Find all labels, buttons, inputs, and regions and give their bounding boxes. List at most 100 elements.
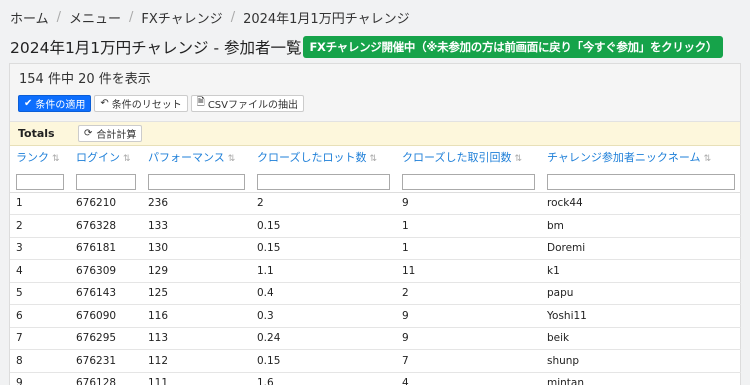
breadcrumb-current: 2024年1月1万円チャレンジ [243,11,410,27]
column-header-rank[interactable]: ランク ⇅ [10,146,70,168]
sort-icon: ⇅ [123,154,131,164]
closed-lots-cell: 0.3 [251,304,396,328]
closed-lots-cell: 0.24 [251,327,396,350]
filter-input-nickname[interactable] [547,174,735,190]
column-header-label: クローズしたロット数 [257,151,367,164]
performance-cell: 125 [142,282,251,305]
login-cell: 676309 [70,259,142,283]
column-header-label: クローズした取引回数 [402,151,512,164]
csv-export-button[interactable]: 🗎 CSVファイルの抽出 [190,95,304,112]
login-cell: 676128 [70,372,142,385]
table-row[interactable]: 7 676295 113 0.24 9 beik [10,327,741,350]
page-title: 2024年1月1万円チャレンジ - 参加者一覧 [10,39,302,57]
rank-cell: 1 [10,192,70,215]
performance-cell: 236 [142,192,251,215]
filter-input-performance[interactable] [148,174,245,190]
undo-icon: ↶ [100,98,109,109]
nickname-cell: papu [541,282,741,305]
breadcrumb-fx-challenge[interactable]: FXチャレンジ [141,8,222,27]
column-header-label: チャレンジ参加者ニックネーム [547,151,701,164]
closed-trades-cell: 1 [396,214,541,238]
login-cell: 676143 [70,282,142,305]
table-row[interactable]: 5 676143 125 0.4 2 papu [10,282,741,305]
column-header-closed-lots[interactable]: クローズしたロット数 ⇅ [251,146,396,168]
performance-cell: 113 [142,327,251,350]
closed-lots-cell: 1.1 [251,259,396,283]
apply-filter-button[interactable]: ✔ 条件の適用 [18,95,92,112]
closed-trades-cell: 4 [396,372,541,385]
result-count: 154 件中 20 件を表示 [19,72,151,87]
closed-lots-cell: 0.15 [251,349,396,373]
status-badge: FXチャレンジ開催中（※未参加の方は前画面に戻り「今すぐ参加」をクリック） [303,36,724,58]
filter-buttons: ✔ 条件の適用 ↶ 条件のリセット 🗎 CSVファイルの抽出 [18,95,304,112]
breadcrumb-menu[interactable]: メニュー [69,8,121,27]
column-header-label: ランク [16,151,49,164]
reset-filter-label: 条件のリセット [111,100,182,111]
sort-icon: ⇅ [369,154,377,164]
recalculate-button[interactable]: ⟳ 合計計算 [78,125,143,142]
performance-cell: 116 [142,304,251,328]
filter-input-rank[interactable] [16,174,64,190]
check-icon: ✔ [24,98,33,109]
closed-lots-cell: 0.15 [251,237,396,260]
sort-icon: ⇅ [514,154,522,164]
table-row[interactable]: 2 676328 133 0.15 1 bm [10,214,741,238]
table-row[interactable]: 3 676181 130 0.15 1 Doremi [10,237,741,260]
column-header-label: パフォーマンス [148,151,225,164]
breadcrumb-home[interactable]: ホーム [10,8,49,27]
rank-cell: 7 [10,327,70,350]
performance-cell: 133 [142,214,251,238]
nickname-cell: Yoshi11 [541,304,741,328]
breadcrumb-separator: / [230,9,236,25]
nickname-cell: beik [541,327,741,350]
performance-cell: 112 [142,349,251,373]
table-row[interactable]: 1 676210 236 2 9 rock44 [10,192,741,215]
sort-icon: ⇅ [703,154,712,164]
breadcrumb-separator: / [56,9,62,25]
apply-filter-label: 条件の適用 [35,100,86,111]
nickname-cell: bm [541,214,741,238]
table-body: 1 676210 236 2 9 rock44 2 676328 133 0.15 1 bm 3 6761… [10,192,741,385]
closed-trades-cell: 2 [396,282,541,305]
rank-cell: 2 [10,214,70,238]
breadcrumb-separator: / [129,9,134,25]
filter-row [10,168,741,193]
closed-lots-cell: 0.4 [251,282,396,305]
nickname-cell: k1 [541,259,741,283]
table-row[interactable]: 8 676231 112 0.15 7 shunp [10,349,741,373]
table-header-row: ランク ⇅ ログイン ⇅ パフォーマンス ⇅ クローズしたロット数 ⇅ クローズした取引… [10,146,741,168]
table-row[interactable]: 4 676309 129 1.1 11 k1 [10,259,741,283]
rank-cell: 8 [10,349,70,373]
participants-table: ランク ⇅ ログイン ⇅ パフォーマンス ⇅ クローズしたロット数 ⇅ クローズした取引… [10,146,741,385]
breadcrumb: ホーム / メニュー / FXチャレンジ / 2024年1月1万円チャレンジ [10,7,410,27]
rank-cell: 9 [10,372,70,385]
csv-export-label: CSVファイルの抽出 [207,100,298,111]
column-header-login[interactable]: ログイン ⇅ [70,146,142,168]
table-row[interactable]: 6 676090 116 0.3 9 Yoshi11 [10,304,741,328]
filter-input-login[interactable] [76,174,136,190]
table-row[interactable]: 9 676128 111 1.6 4 mintan [10,372,741,385]
column-header-performance[interactable]: パフォーマンス ⇅ [142,146,251,168]
refresh-icon: ⟳ [84,128,93,139]
filter-input-closed-trades[interactable] [402,174,535,190]
file-icon: 🗎 [196,97,205,108]
rank-cell: 5 [10,282,70,305]
login-cell: 676210 [70,192,142,215]
nickname-cell: rock44 [541,192,741,215]
closed-trades-cell: 9 [396,192,541,215]
panel-header: 154 件中 20 件を表示 ✔ 条件の適用 ↶ 条件のリセット 🗎 CSVファ… [10,64,740,122]
closed-lots-cell: 0.15 [251,214,396,238]
column-header-closed-trades[interactable]: クローズした取引回数 ⇅ [396,146,541,168]
nickname-cell: Doremi [541,237,741,260]
closed-lots-cell: 1.6 [251,372,396,385]
sort-icon: ⇅ [227,154,236,164]
login-cell: 676090 [70,304,142,328]
reset-filter-button[interactable]: ↶ 条件のリセット [94,95,188,112]
rank-cell: 4 [10,259,70,283]
login-cell: 676328 [70,214,142,238]
results-panel: 154 件中 20 件を表示 ✔ 条件の適用 ↶ 条件のリセット 🗎 CSVファ… [9,63,741,385]
login-cell: 676181 [70,237,142,260]
performance-cell: 129 [142,259,251,283]
column-header-nickname[interactable]: チャレンジ参加者ニックネーム ⇅ [541,146,741,168]
filter-input-closed-lots[interactable] [257,174,390,190]
